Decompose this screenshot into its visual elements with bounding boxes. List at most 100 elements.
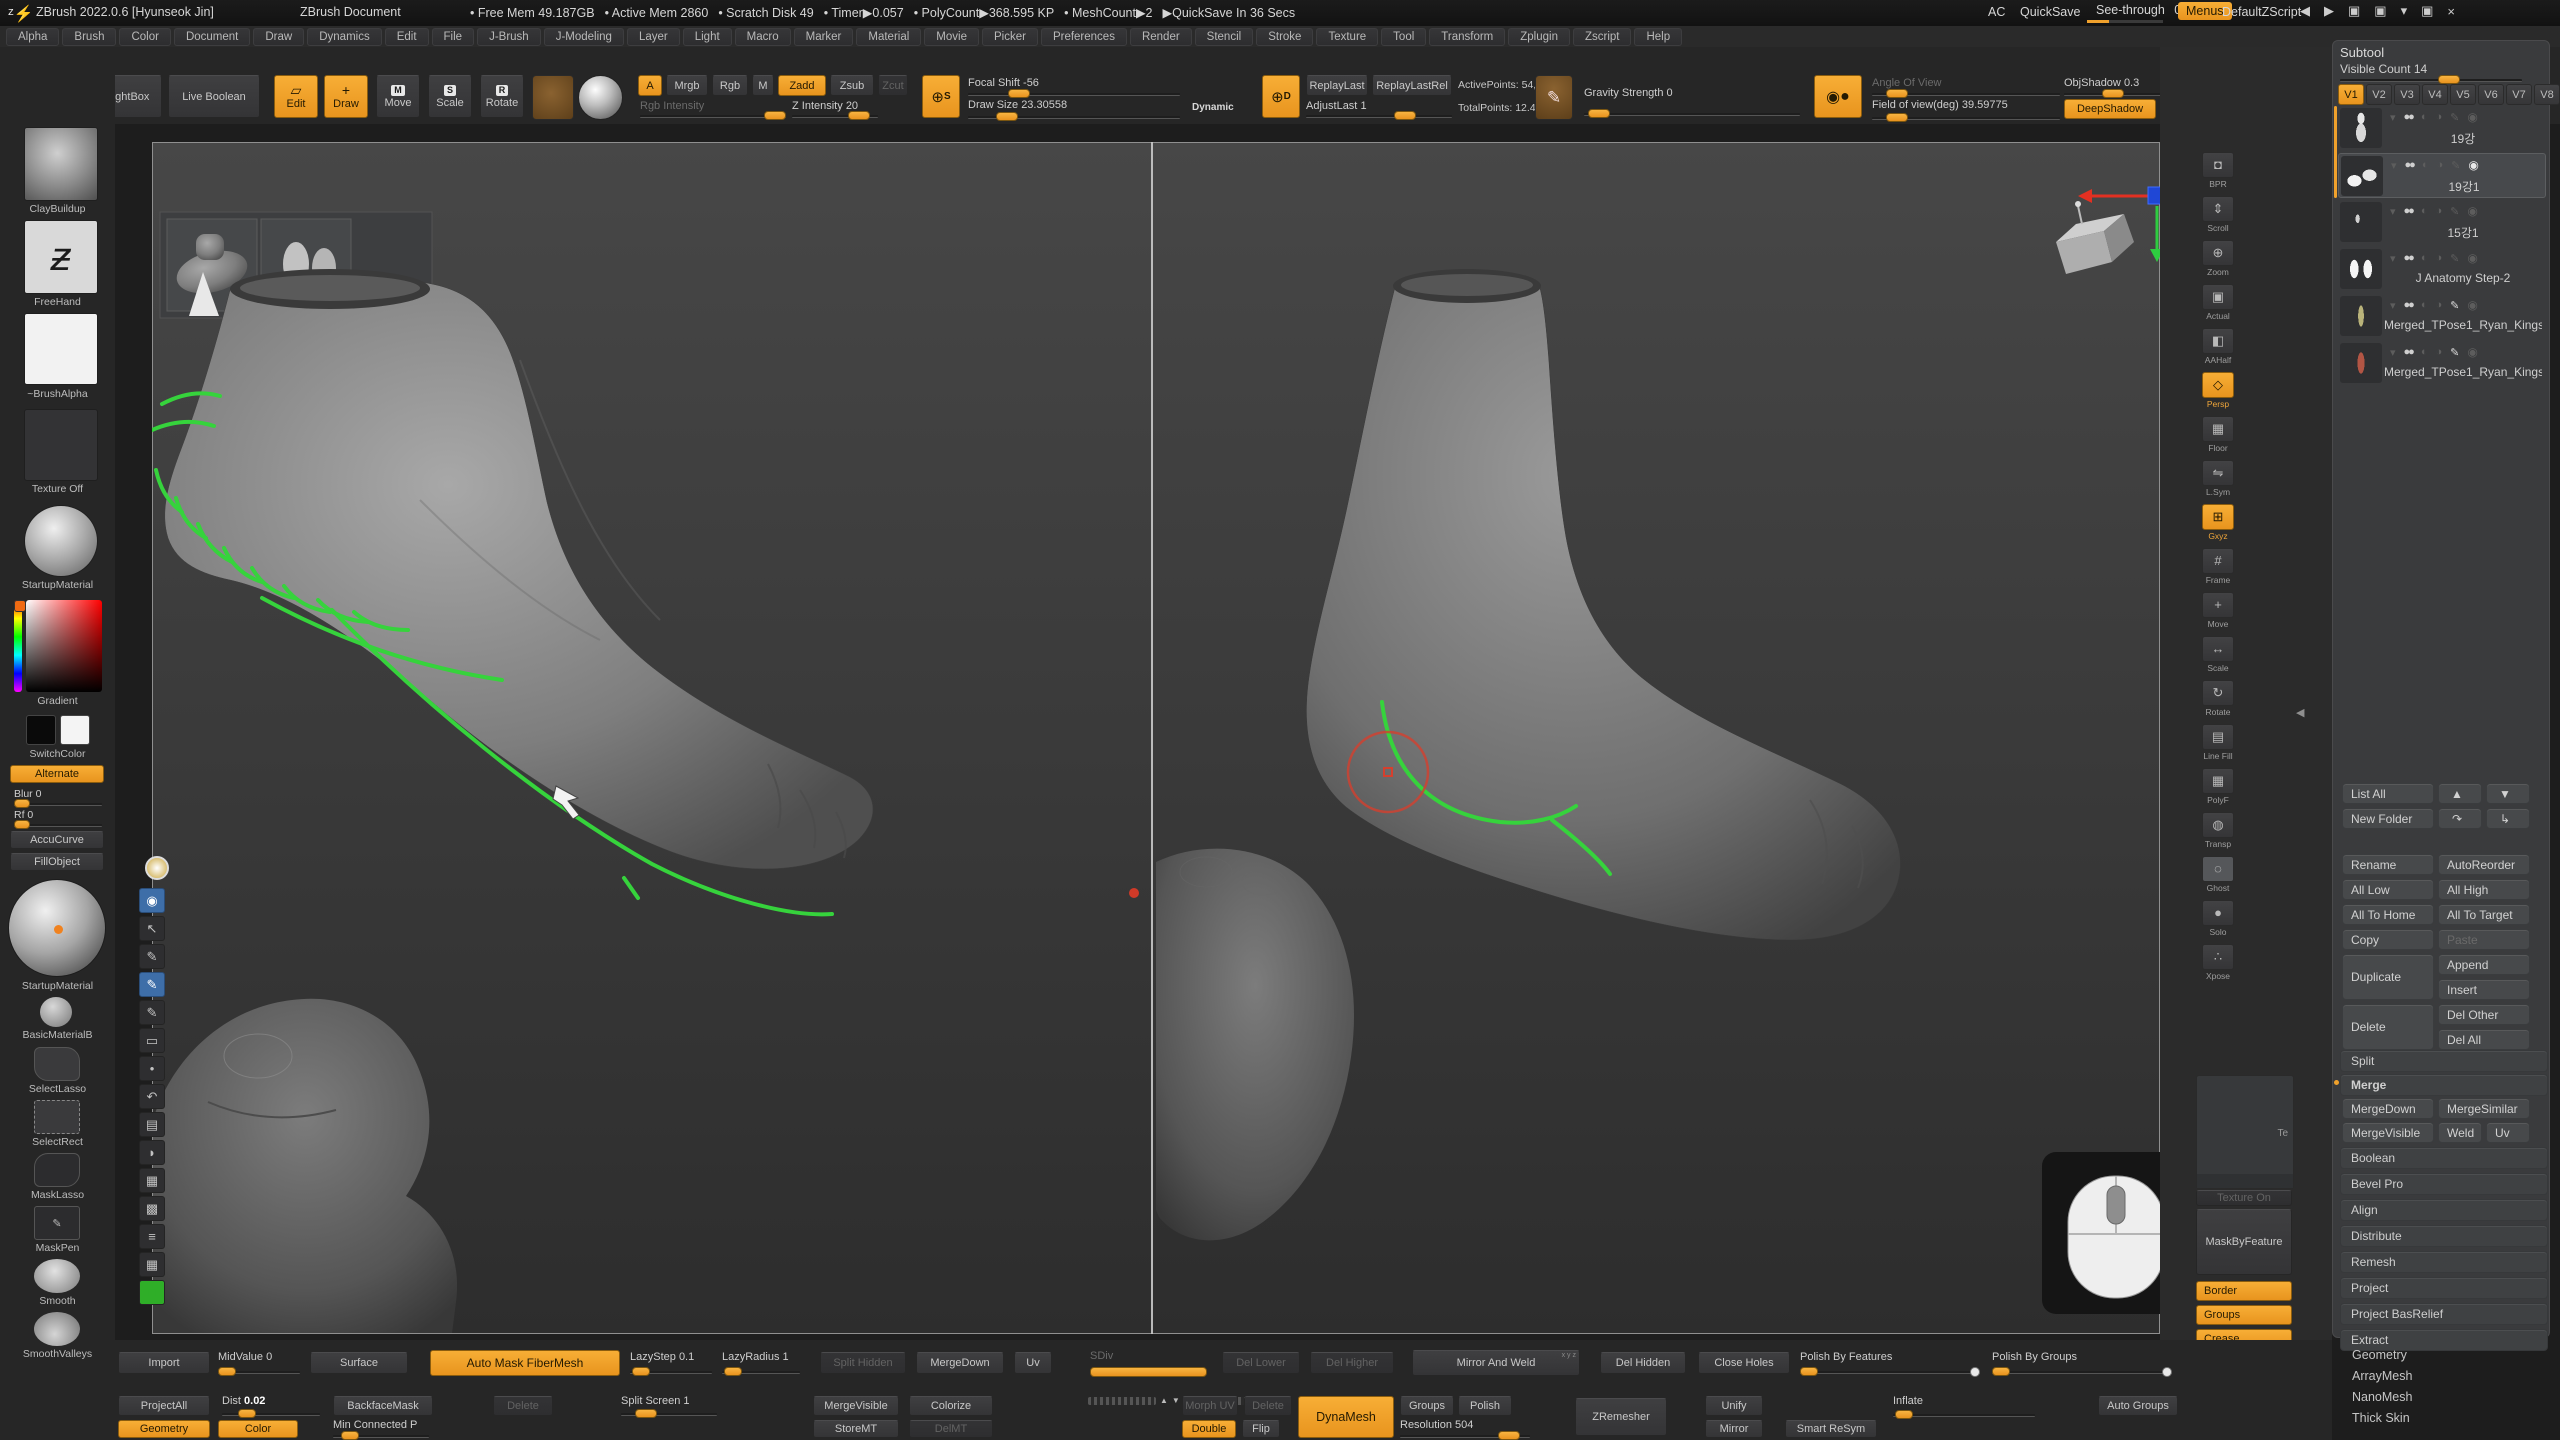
sdiv-stepper-track-left[interactable] — [1088, 1397, 1156, 1405]
menu-item[interactable]: Stencil — [1195, 28, 1254, 46]
menu-item[interactable]: Preferences — [1041, 28, 1127, 46]
backface-mask-button[interactable]: BackfaceMask — [333, 1396, 433, 1416]
contrast-icon[interactable]: ◑ — [2435, 346, 2442, 358]
swatch-grid-icon[interactable]: ▦ — [139, 1252, 165, 1277]
anchor-toggle[interactable]: A — [638, 75, 662, 96]
menu-item[interactable]: Transform — [1429, 28, 1505, 46]
default-zscript-button[interactable]: DefaultZScript — [2222, 5, 2301, 19]
half-visibility-icon[interactable]: ◐ — [2421, 205, 2428, 217]
section-row[interactable]: Bevel Pro — [2340, 1173, 2548, 1195]
menu-item[interactable]: Movie — [924, 28, 979, 46]
palette-section[interactable]: NanoMesh — [2352, 1390, 2412, 1404]
uv-shelf-button[interactable]: Uv — [1014, 1352, 1052, 1374]
actual-button[interactable]: ▣ Actual — [2198, 280, 2238, 324]
brush-thumbnail-smoothvalleys[interactable] — [34, 1312, 80, 1346]
delete-dim-button-1[interactable]: Delete — [493, 1396, 553, 1416]
ghost-toggle[interactable]: ◌ Ghost — [2198, 852, 2238, 896]
move-out-folder-button[interactable]: ↳ — [2486, 808, 2530, 829]
project-all-button[interactable]: ProjectAll — [118, 1396, 210, 1416]
subtool-title[interactable]: Subtool — [2340, 45, 2384, 60]
subtool-item[interactable]: ▾ ●● ◐ ◑ ✎ ◉ Merged_TPose1_Ryan_Kingslie — [2338, 341, 2546, 386]
current-material-thumbnail[interactable] — [578, 75, 623, 120]
menu-item[interactable]: Dynamics — [307, 28, 381, 46]
alternate-button[interactable]: Alternate — [10, 765, 104, 783]
stroke-type-icon[interactable]: ⊕S — [922, 75, 960, 118]
menu-item[interactable]: J-Brush — [477, 28, 541, 46]
menu-item[interactable]: File — [432, 28, 475, 46]
texture-on-button[interactable]: Texture On — [2196, 1190, 2292, 1206]
list-all-button[interactable]: List All — [2342, 783, 2434, 804]
polish-features-mode-dot[interactable] — [1970, 1367, 1980, 1377]
collapse-icon[interactable]: ▾ — [2390, 299, 2396, 312]
green-swatch[interactable]: ■ — [139, 1280, 165, 1305]
subtool-item[interactable]: ▾ ●● ◐ ◑ ✎ ◉ Merged_TPose1_Ryan_Kingslie — [2338, 294, 2546, 339]
menu-item[interactable]: Zplugin — [1508, 28, 1570, 46]
all-to-target-button[interactable]: All To Target — [2438, 904, 2530, 925]
polypaint-icon[interactable]: ●● — [2404, 299, 2413, 311]
view-tab[interactable]: V7 — [2506, 84, 2532, 105]
paint-icon[interactable]: ✎ — [2450, 205, 2459, 218]
comment-icon[interactable]: ◗ — [139, 1140, 165, 1165]
edit-mode-button[interactable]: ▱ Edit — [274, 75, 318, 118]
view-tab[interactable]: V1 — [2338, 84, 2364, 105]
menu-item[interactable]: Light — [683, 28, 732, 46]
rotate-mode-button[interactable]: R Rotate — [480, 75, 524, 118]
scale-tool[interactable]: ↔ Scale — [2198, 632, 2238, 676]
view-tab[interactable]: V4 — [2422, 84, 2448, 105]
paint-icon[interactable]: ✎ — [2451, 159, 2460, 172]
move-mode-button[interactable]: M Move — [376, 75, 420, 118]
menu-item[interactable]: Marker — [794, 28, 854, 46]
uv-button[interactable]: Uv — [2486, 1122, 2530, 1143]
material-thumbnail-basic-b[interactable] — [40, 997, 72, 1027]
zoom-button[interactable]: ⊕ Zoom — [2198, 236, 2238, 280]
collapse-icon[interactable]: ▾ — [2390, 111, 2396, 124]
contrast-icon[interactable]: ◑ — [2435, 111, 2442, 123]
draw-mode-button[interactable]: + Draw — [324, 75, 368, 118]
view-tab[interactable]: V5 — [2450, 84, 2476, 105]
deep-shadow-button[interactable]: DeepShadow — [2064, 99, 2156, 119]
brush-thumbnail-claybuildup[interactable] — [24, 127, 98, 201]
quicksave-button[interactable]: QuickSave — [2020, 5, 2080, 19]
see-through-slider[interactable]: See-through 0 — [2096, 3, 2181, 17]
surface-button[interactable]: Surface — [310, 1352, 408, 1374]
split-hidden-button[interactable]: Split Hidden — [820, 1352, 906, 1374]
collapse-icon[interactable]: ▾ — [2391, 159, 2397, 172]
polypaint-icon[interactable]: ●● — [2404, 111, 2413, 123]
polyf-toggle[interactable]: ▦ PolyF — [2198, 764, 2238, 808]
all-to-home-button[interactable]: All To Home — [2342, 904, 2434, 925]
flip-button[interactable]: Flip — [1242, 1420, 1280, 1438]
delete-dim-button-2[interactable]: Delete — [1244, 1396, 1292, 1416]
color-toggle[interactable]: Color — [218, 1420, 298, 1438]
brush-thumbnail-selectlasso[interactable] — [34, 1047, 80, 1081]
brush-thumbnail-freehand[interactable]: ƶ — [24, 220, 98, 294]
solo-toggle[interactable]: ● Solo — [2198, 896, 2238, 940]
polish-groups-mode-dot[interactable] — [2162, 1367, 2172, 1377]
material-thumbnail[interactable] — [24, 505, 98, 577]
subtool-item[interactable]: ▾ ●● ◐ ◑ ✎ ◉ 19강1 — [2338, 153, 2546, 198]
half-visibility-icon[interactable]: ◐ — [2421, 299, 2428, 311]
menu-item[interactable]: Render — [1130, 28, 1192, 46]
contrast-icon[interactable]: ◑ — [2436, 159, 2443, 171]
menu-item[interactable]: Edit — [385, 28, 429, 46]
section-row[interactable]: Distribute — [2340, 1225, 2548, 1247]
palette-section[interactable]: Geometry — [2352, 1348, 2412, 1362]
frame-button[interactable]: # Frame — [2198, 544, 2238, 588]
half-visibility-icon[interactable]: ◐ — [2421, 111, 2428, 123]
dynamic-label[interactable]: Dynamic — [1192, 102, 1234, 113]
subtool-thumbnail[interactable] — [2340, 296, 2382, 336]
subtool-thumbnail[interactable] — [2340, 249, 2382, 289]
section-row[interactable]: Remesh — [2340, 1251, 2548, 1273]
zremesher-button[interactable]: ZRemesher — [1575, 1398, 1667, 1436]
zadd-toggle[interactable]: Zadd — [778, 75, 826, 96]
select-cursor-icon[interactable]: ↖ — [139, 916, 165, 941]
section-row[interactable]: Project — [2340, 1277, 2548, 1299]
eye-icon[interactable]: ◉ — [2467, 298, 2477, 312]
collapse-icon[interactable]: ▾ — [2390, 252, 2396, 265]
section-split[interactable]: Split — [2340, 1050, 2548, 1072]
transp-toggle[interactable]: ◍ Transp — [2198, 808, 2238, 852]
large-material-sphere[interactable] — [8, 879, 106, 977]
brush-thumbnail-maskpen[interactable]: ✎ — [34, 1206, 80, 1240]
merge-down-button[interactable]: MergeDown — [2342, 1098, 2434, 1119]
palette-section[interactable]: Thick Skin — [2352, 1411, 2412, 1425]
ac-button[interactable]: AC — [1988, 5, 2005, 19]
